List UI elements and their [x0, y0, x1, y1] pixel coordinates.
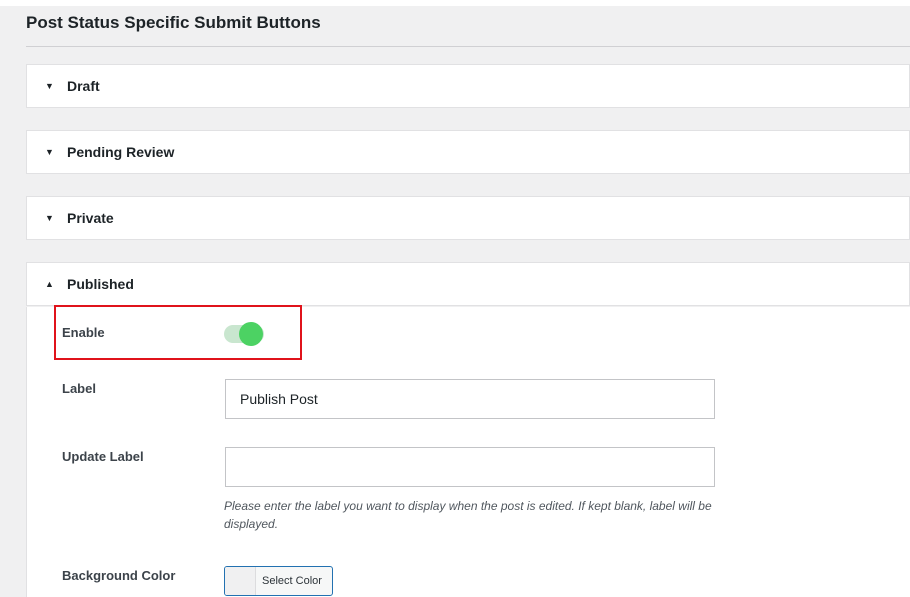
page-title: Post Status Specific Submit Buttons [26, 13, 321, 32]
label-field-label: Label [62, 381, 96, 396]
select-color-label: Select Color [262, 575, 322, 587]
select-color-button[interactable]: Select Color [224, 566, 333, 596]
color-swatch [225, 567, 256, 595]
update-label-help-text: Please enter the label you want to displ… [224, 499, 712, 531]
accordion-published-label: Published [67, 276, 134, 292]
label-input[interactable] [225, 379, 715, 419]
accordion-draft-label: Draft [67, 78, 100, 94]
triangle-down-icon: ▼ [45, 213, 54, 223]
accordion-private[interactable]: ▼ Private [26, 196, 910, 240]
background-color-label: Background Color [62, 568, 176, 583]
accordion-published[interactable]: ▲ Published [26, 262, 910, 306]
accordion-private-label: Private [67, 210, 114, 226]
update-label-input[interactable] [225, 447, 715, 487]
accordion-pending-review[interactable]: ▼ Pending Review [26, 130, 910, 174]
accordion-pending-review-label: Pending Review [67, 144, 175, 160]
accordion-draft[interactable]: ▼ Draft [26, 64, 910, 108]
triangle-down-icon: ▼ [45, 147, 54, 157]
triangle-up-icon: ▲ [45, 279, 54, 289]
title-divider [26, 46, 910, 47]
highlight-annotation-box [54, 305, 302, 360]
update-label-field-label: Update Label [62, 449, 144, 464]
triangle-down-icon: ▼ [45, 81, 54, 91]
